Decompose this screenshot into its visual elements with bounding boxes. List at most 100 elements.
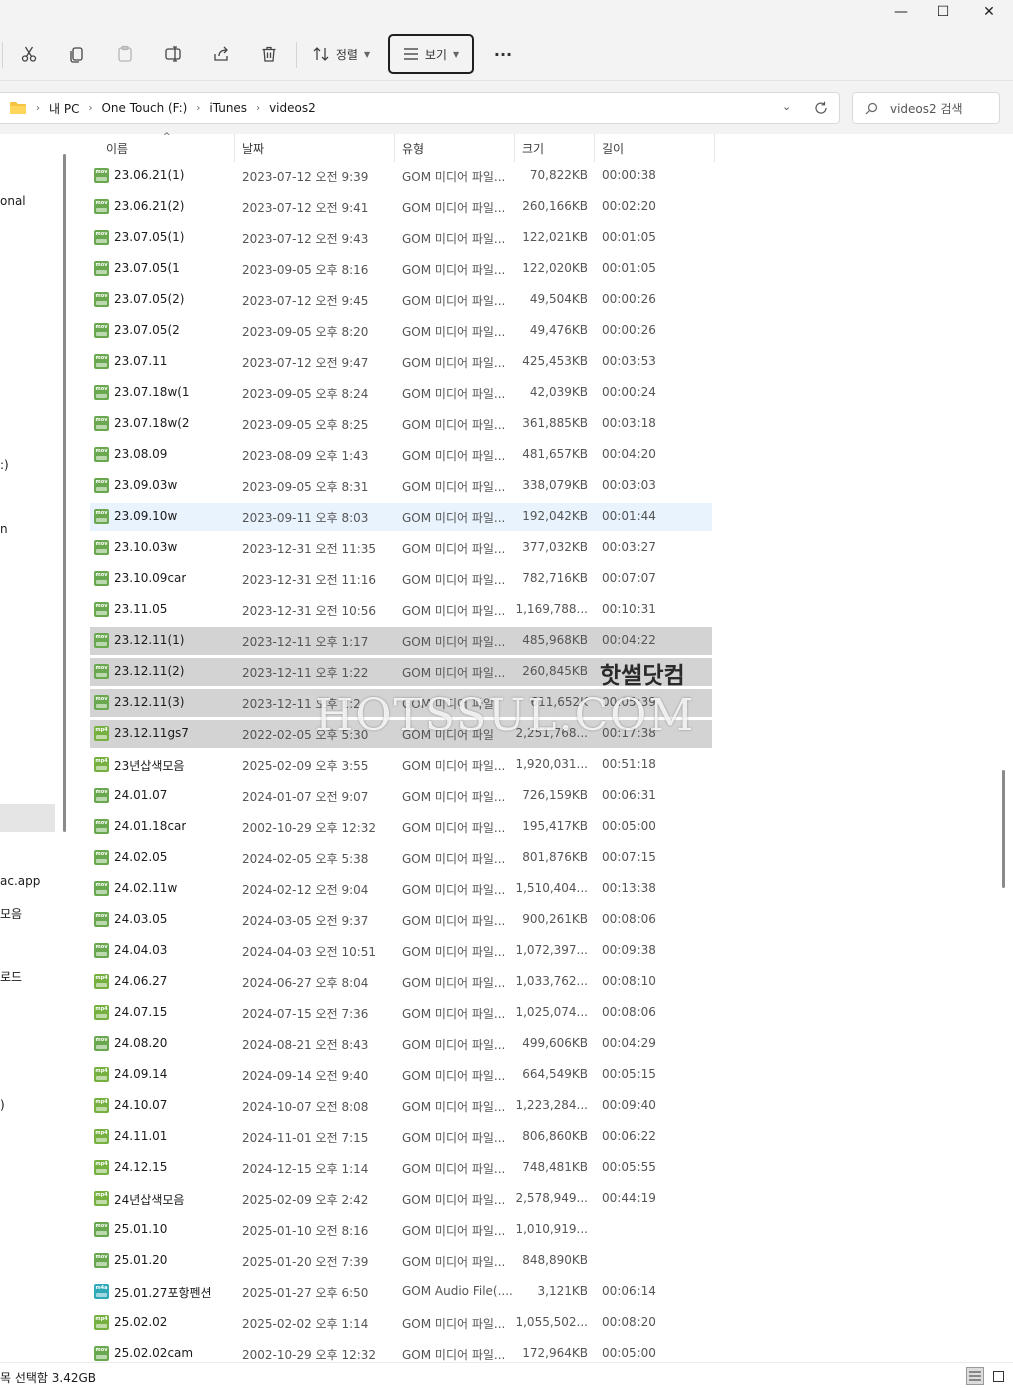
breadcrumb-item[interactable]: One Touch (F:): [101, 101, 187, 115]
file-row[interactable]: mp4 25.02.02 2025-02-02 오후 1:14 GOM 미디어 파일.…: [90, 1309, 712, 1337]
column-divider[interactable]: [394, 134, 395, 162]
nav-item[interactable]: ac.app: [0, 874, 40, 888]
nav-item[interactable]: 로드: [0, 968, 22, 985]
nav-item[interactable]: onal: [0, 194, 26, 208]
file-row[interactable]: mov 23.07.05(2) 2023-07-12 오전 9:45 GOM 미디어 …: [90, 286, 712, 314]
refresh-icon[interactable]: [814, 101, 828, 115]
file-row[interactable]: mov 23.06.21(1) 2023-07-12 오전 9:39 GOM 미디어 …: [90, 162, 712, 190]
breadcrumb-item[interactable]: iTunes: [209, 101, 247, 115]
file-list-scrollbar[interactable]: [1002, 770, 1005, 888]
column-header-length[interactable]: 길이: [602, 140, 624, 157]
file-row[interactable]: mov 25.01.10 2025-01-10 오전 8:16 GOM 미디어 파일.…: [90, 1216, 712, 1244]
breadcrumb-item[interactable]: 내 PC: [49, 100, 79, 117]
file-length: 00:00:26: [602, 292, 656, 306]
column-divider[interactable]: [514, 134, 515, 162]
file-row[interactable]: mov 23.10.09car 2023-12-31 오전 11:16 GOM 미디어…: [90, 565, 712, 593]
file-row[interactable]: mov 24.08.20 2024-08-21 오전 8:43 GOM 미디어 파일.…: [90, 1030, 712, 1058]
mov-file-icon: mov: [94, 664, 109, 679]
file-length: 00:08:10: [602, 974, 656, 988]
file-row[interactable]: mov 23.07.18w(1 2023-09-05 오후 8:24 GOM 미디어 …: [90, 379, 712, 407]
file-row[interactable]: mov 23.06.21(2) 2023-07-12 오전 9:41 GOM 미디어 …: [90, 193, 712, 221]
sort-button[interactable]: 정렬 ▼: [306, 36, 376, 72]
file-name: 25.01.10: [114, 1222, 168, 1236]
column-header-name[interactable]: 이름: [106, 140, 128, 157]
file-row[interactable]: mov 23.12.11(1) 2023-12-11 오후 1:17 GOM 미디어 …: [90, 627, 712, 655]
rename-button[interactable]: [158, 36, 188, 72]
file-row[interactable]: mov 24.01.18car 2002-10-29 오후 12:32 GOM 미디어…: [90, 813, 712, 841]
file-name: 24.01.07: [114, 788, 168, 802]
column-header-size[interactable]: 크기: [522, 140, 544, 157]
file-name: 24.11.01: [114, 1129, 168, 1143]
file-row[interactable]: mov 23.10.03w 2023-12-31 오전 11:35 GOM 미디어 파…: [90, 534, 712, 562]
address-history-chevron-icon[interactable]: ⌄: [782, 100, 791, 113]
file-row[interactable]: mp4 23년삽색모음 2025-02-09 오후 3:55 GOM 미디어 파일..…: [90, 751, 712, 779]
file-row[interactable]: mov 23.07.05(2 2023-09-05 오후 8:20 GOM 미디어 파…: [90, 317, 712, 345]
chevron-right-icon: ›: [88, 102, 93, 114]
file-row[interactable]: mov 23.07.05(1) 2023-07-12 오전 9:43 GOM 미디어 …: [90, 224, 712, 252]
address-bar[interactable]: › 내 PC › One Touch (F:) › iTunes › video…: [0, 92, 840, 124]
column-divider[interactable]: [234, 134, 235, 162]
file-name: 23.08.09: [114, 447, 168, 461]
file-row[interactable]: mp4 24.11.01 2024-11-01 오전 7:15 GOM 미디어 파일.…: [90, 1123, 712, 1151]
paste-button[interactable]: [110, 36, 140, 72]
file-row[interactable]: mov 23.09.10w 2023-09-11 오후 8:03 GOM 미디어 파일…: [90, 503, 712, 531]
search-input[interactable]: videos2 검색: [852, 92, 1000, 124]
close-button[interactable]: ✕: [966, 0, 1012, 24]
mov-file-icon: mov: [94, 943, 109, 958]
file-size: 1,510,404...: [515, 881, 588, 895]
file-row[interactable]: m4a 25.01.27포항펜션 2025-01-27 오후 6:50 GOM Aud…: [90, 1278, 712, 1306]
file-row[interactable]: mov 23.09.03w 2023-09-05 오후 8:31 GOM 미디어 파일…: [90, 472, 712, 500]
file-row[interactable]: mp4 24년삽색모음 2025-02-09 오후 2:42 GOM 미디어 파일..…: [90, 1185, 712, 1213]
file-name: 23.10.03w: [114, 540, 178, 554]
file-row[interactable]: mp4 24.06.27 2024-06-27 오후 8:04 GOM 미디어 파일.…: [90, 968, 712, 996]
file-date: 2023-09-05 오후 8:20: [242, 325, 369, 339]
file-row[interactable]: mov 23.07.18w(2 2023-09-05 오후 8:25 GOM 미디어 …: [90, 410, 712, 438]
nav-selected-item[interactable]: [0, 804, 55, 832]
cut-button[interactable]: [14, 36, 44, 72]
file-row[interactable]: mp4 24.09.14 2024-09-14 오전 9:40 GOM 미디어 파일.…: [90, 1061, 712, 1089]
file-row[interactable]: mov 23.07.05(1 2023-09-05 오후 8:16 GOM 미디어 파…: [90, 255, 712, 283]
mov-file-icon: mov: [94, 230, 109, 245]
file-row[interactable]: mov 23.07.11 2023-07-12 오전 9:47 GOM 미디어 파일.…: [90, 348, 712, 376]
nav-scrollbar[interactable]: [63, 154, 66, 832]
copy-button[interactable]: [62, 36, 92, 72]
file-length: 00:08:06: [602, 1005, 656, 1019]
nav-item[interactable]: ): [0, 1098, 5, 1112]
file-row[interactable]: mov 23.08.09 2023-08-09 오후 1:43 GOM 미디어 파일.…: [90, 441, 712, 469]
nav-item[interactable]: n: [0, 522, 8, 536]
mp4-file-icon: mp4: [94, 1129, 109, 1144]
file-length: 00:51:18: [602, 757, 656, 771]
file-row[interactable]: mp4 24.10.07 2024-10-07 오전 8:08 GOM 미디어 파일.…: [90, 1092, 712, 1120]
file-name: 23.07.05(1): [114, 230, 185, 244]
navigation-pane: onal:) n ac.app 모음로드): [0, 134, 72, 1362]
minimize-button[interactable]: —: [878, 0, 924, 24]
maximize-button[interactable]: ☐: [920, 0, 966, 24]
nav-item[interactable]: :): [0, 458, 9, 472]
file-row[interactable]: mov 25.01.20 2025-01-20 오전 7:39 GOM 미디어 파일.…: [90, 1247, 712, 1275]
nav-item[interactable]: 모음: [0, 905, 22, 922]
column-header-type[interactable]: 유형: [402, 140, 424, 157]
more-options-button[interactable]: ···: [486, 36, 520, 72]
file-row[interactable]: mov 24.01.07 2024-01-07 오전 9:07 GOM 미디어 파일.…: [90, 782, 712, 810]
file-type: GOM 미디어 파일...: [402, 1224, 506, 1238]
mov-file-icon: mov: [94, 509, 109, 524]
file-row[interactable]: mov 23.11.05 2023-12-31 오전 10:56 GOM 미디어 파일…: [90, 596, 712, 624]
file-row[interactable]: mov 24.03.05 2024-03-05 오전 9:37 GOM 미디어 파일.…: [90, 906, 712, 934]
file-row[interactable]: mov 24.02.11w 2024-02-12 오전 9:04 GOM 미디어 파일…: [90, 875, 712, 903]
mov-file-icon: mov: [94, 385, 109, 400]
column-divider[interactable]: [594, 134, 595, 162]
column-divider[interactable]: [714, 134, 715, 162]
details-view-toggle[interactable]: [966, 1367, 984, 1385]
search-placeholder: videos2 검색: [890, 101, 963, 116]
file-row[interactable]: mov 24.02.05 2024-02-05 오후 5:38 GOM 미디어 파일.…: [90, 844, 712, 872]
column-header-date[interactable]: 날짜: [242, 140, 264, 157]
file-row[interactable]: mp4 24.12.15 2024-12-15 오후 1:14 GOM 미디어 파일.…: [90, 1154, 712, 1182]
tiles-view-toggle[interactable]: [989, 1367, 1007, 1385]
file-row[interactable]: mp4 24.07.15 2024-07-15 오전 7:36 GOM 미디어 파일.…: [90, 999, 712, 1027]
delete-button[interactable]: [254, 36, 284, 72]
share-button[interactable]: [206, 36, 236, 72]
title-toolbar-area: — ☐ ✕ 정렬 ▼ 보기 ▼ ···: [0, 0, 1013, 80]
breadcrumb-item[interactable]: videos2: [269, 101, 316, 115]
file-row[interactable]: mov 24.04.03 2024-04-03 오전 10:51 GOM 미디어 파일…: [90, 937, 712, 965]
view-button[interactable]: 보기 ▼: [388, 34, 474, 74]
